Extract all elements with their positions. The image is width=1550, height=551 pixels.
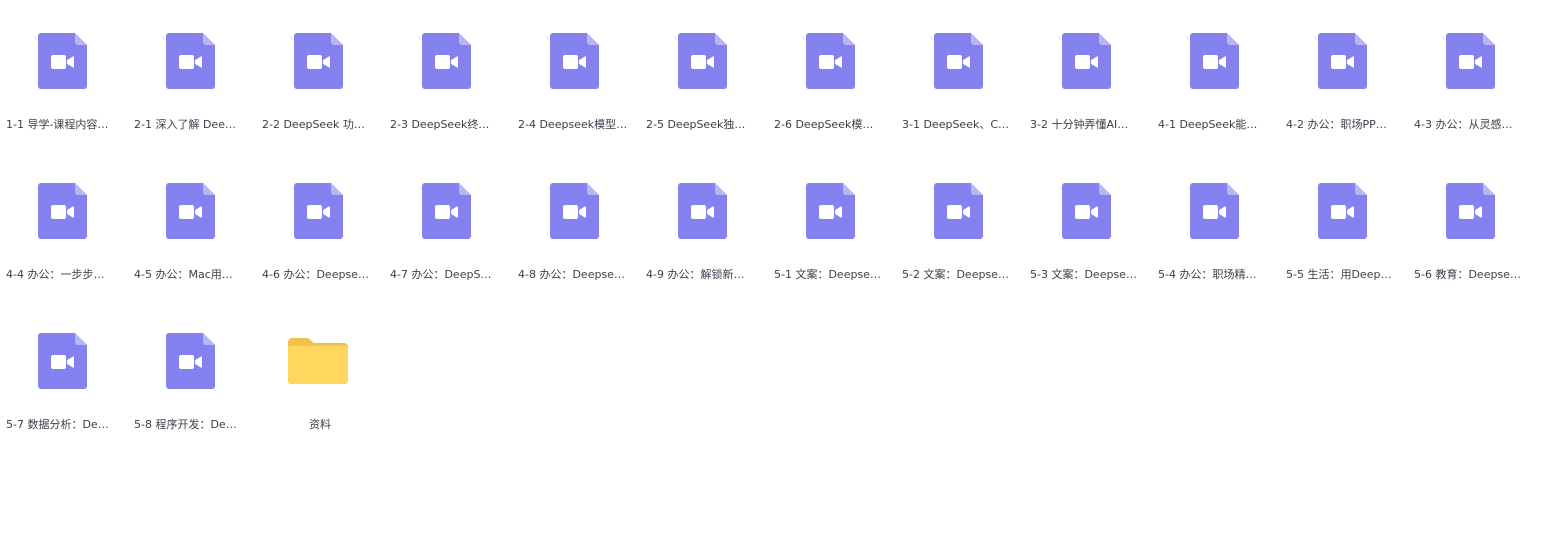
video-file-icon [1182,26,1246,96]
video-file-icon [1438,26,1502,96]
file-tile[interactable]: 4-8 办公：Deepse… [512,150,640,300]
file-label: 2-4 Deepseek模型… [518,118,628,131]
file-tile[interactable]: 4-3 办公：从灵感… [1408,0,1536,150]
file-label: 4-5 办公：Mac用… [134,268,233,281]
video-file-icon [158,26,222,96]
file-label: 2-1 深入了解 Dee… [134,118,236,131]
file-tile[interactable]: 5-7 数据分析：De… [0,300,128,450]
file-tile[interactable]: 5-2 文案：Deepse… [896,150,1024,300]
file-tile[interactable]: 4-7 办公：DeepS… [384,150,512,300]
video-file-icon [542,176,606,246]
file-label: 5-5 生活：用Deep… [1286,268,1392,281]
video-file-icon [542,26,606,96]
video-file-icon [1054,176,1118,246]
file-label: 1-1 导学-课程内容… [6,118,109,131]
file-label: 4-2 办公：职场PP… [1286,118,1387,131]
file-tile[interactable]: 4-5 办公：Mac用… [128,150,256,300]
file-label: 4-4 办公：一步步… [6,268,105,281]
file-label: 4-7 办公：DeepS… [390,268,492,281]
file-tile[interactable]: 4-2 办公：职场PP… [1280,0,1408,150]
video-file-icon [798,176,862,246]
file-tile[interactable]: 5-4 办公：职场精… [1152,150,1280,300]
file-label: 4-6 办公：Deepse… [262,268,369,281]
folder-icon [286,326,350,396]
file-tile[interactable]: 5-1 文案：Deepse… [768,150,896,300]
video-file-icon [30,176,94,246]
file-label: 2-5 DeepSeek独… [646,118,746,131]
file-tile[interactable]: 4-9 办公：解锁新… [640,150,768,300]
video-file-icon [414,26,478,96]
video-file-icon [286,26,350,96]
file-label: 4-9 办公：解锁新… [646,268,745,281]
file-label: 2-3 DeepSeek终… [390,118,490,131]
file-tile[interactable]: 4-4 办公：一步步… [0,150,128,300]
video-file-icon [30,326,94,396]
video-file-icon [670,176,734,246]
video-file-icon [414,176,478,246]
file-tile[interactable]: 2-3 DeepSeek终… [384,0,512,150]
file-label: 2-6 DeepSeek模… [774,118,874,131]
file-tile[interactable]: 1-1 导学-课程内容… [0,0,128,150]
video-file-icon [798,26,862,96]
file-tile[interactable]: 2-5 DeepSeek独… [640,0,768,150]
file-tile[interactable]: 4-6 办公：Deepse… [256,150,384,300]
video-file-icon [158,326,222,396]
file-label: 4-8 办公：Deepse… [518,268,625,281]
video-file-icon [926,176,990,246]
file-tile[interactable]: 5-8 程序开发：De… [128,300,256,450]
file-label: 4-1 DeepSeek能… [1158,118,1258,131]
file-tile[interactable]: 5-5 生活：用Deep… [1280,150,1408,300]
file-tile[interactable]: 3-2 十分钟弄懂AI… [1024,0,1152,150]
video-file-icon [1054,26,1118,96]
video-file-icon [670,26,734,96]
file-tile[interactable]: 3-1 DeepSeek、C… [896,0,1024,150]
video-file-icon [30,26,94,96]
file-tile[interactable]: 2-1 深入了解 Dee… [128,0,256,150]
video-file-icon [1310,26,1374,96]
file-grid: 1-1 导学-课程内容… 2-1 深入了解 Dee… 2-2 DeepSeek … [0,0,1550,551]
video-file-icon [1310,176,1374,246]
file-label: 5-4 办公：职场精… [1158,268,1257,281]
folder-label: 资料 [309,418,331,431]
file-label: 3-1 DeepSeek、C… [902,118,1010,131]
file-label: 5-8 程序开发：De… [134,418,237,431]
file-tile[interactable]: 5-3 文案：Deepse… [1024,150,1152,300]
file-tile[interactable]: 5-6 教育：Deepse… [1408,150,1536,300]
file-tile[interactable]: 2-4 Deepseek模型… [512,0,640,150]
file-label: 5-7 数据分析：De… [6,418,109,431]
file-label: 5-3 文案：Deepse… [1030,268,1137,281]
file-label: 5-6 教育：Deepse… [1414,268,1521,281]
video-file-icon [158,176,222,246]
video-file-icon [286,176,350,246]
file-tile[interactable]: 4-1 DeepSeek能… [1152,0,1280,150]
video-file-icon [1182,176,1246,246]
file-label: 5-1 文案：Deepse… [774,268,881,281]
file-label: 3-2 十分钟弄懂AI… [1030,118,1129,131]
file-label: 5-2 文案：Deepse… [902,268,1009,281]
file-label: 4-3 办公：从灵感… [1414,118,1513,131]
video-file-icon [926,26,990,96]
file-tile[interactable]: 2-6 DeepSeek模… [768,0,896,150]
file-label: 2-2 DeepSeek 功… [262,118,365,131]
folder-tile[interactable]: 资料 [256,300,384,450]
file-tile[interactable]: 2-2 DeepSeek 功… [256,0,384,150]
video-file-icon [1438,176,1502,246]
